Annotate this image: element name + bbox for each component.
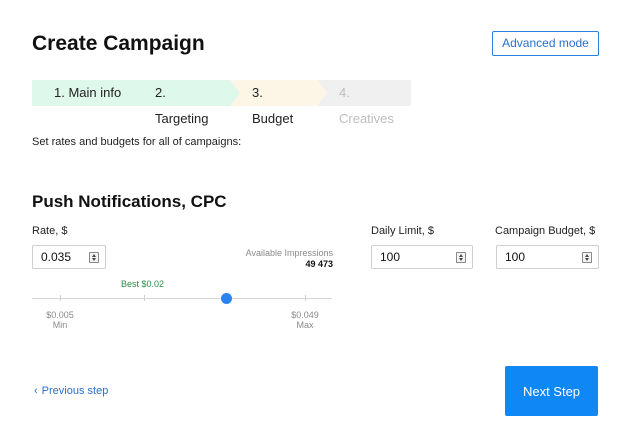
chevron-left-icon: ‹ [34, 385, 38, 397]
best-rate-label: Best $0.02 [121, 279, 165, 289]
page-subtitle: Set rates and budgets for all of campaig… [32, 136, 242, 148]
rate-slider-track[interactable] [32, 298, 332, 299]
rate-input[interactable]: 0.035 [32, 245, 106, 269]
slider-tick [305, 295, 306, 301]
advanced-mode-button[interactable]: Advanced mode [492, 31, 599, 56]
next-step-button[interactable]: Next Step [505, 366, 598, 416]
step-main-info[interactable]: 1. Main info [32, 80, 143, 106]
previous-step-link[interactable]: ‹ Previous step [34, 385, 108, 397]
rate-label: Rate, $ [32, 225, 68, 237]
previous-step-label: Previous step [41, 385, 109, 397]
step-targeting[interactable]: 2. Targeting [133, 80, 240, 126]
available-impressions-label: Available Impressions [245, 248, 333, 258]
slider-tick [144, 295, 145, 301]
slider-min-caption: Min [52, 320, 68, 330]
campaign-budget-value: 100 [505, 250, 526, 264]
step-creatives: 4. Creatives [317, 80, 411, 126]
campaign-budget-input[interactable]: 100 [496, 245, 599, 269]
campaign-budget-spinner-icon[interactable] [582, 252, 592, 263]
available-impressions-value: 49 473 [305, 259, 333, 269]
rate-slider-handle[interactable] [221, 293, 232, 304]
slider-max-caption: Max [296, 320, 314, 330]
daily-limit-spinner-icon[interactable] [456, 252, 466, 263]
section-title: Push Notifications, CPC [32, 192, 227, 211]
slider-max: $0.049 Max [285, 310, 325, 330]
rate-value: 0.035 [41, 250, 72, 264]
step-budget[interactable]: 3. Budget [230, 80, 327, 126]
page-title: Create Campaign [32, 32, 205, 55]
rate-spinner-icon[interactable] [89, 252, 99, 263]
slider-tick [60, 295, 61, 301]
slider-max-value: $0.049 [291, 310, 319, 320]
wizard-stepper: 1. Main info 2. Targeting 3. Budget 4. C… [32, 80, 411, 126]
daily-limit-label: Daily Limit, $ [371, 225, 434, 237]
daily-limit-value: 100 [380, 250, 401, 264]
slider-min: $0.005 Min [40, 310, 80, 330]
slider-min-value: $0.005 [46, 310, 74, 320]
daily-limit-input[interactable]: 100 [371, 245, 473, 269]
campaign-budget-label: Campaign Budget, $ [495, 225, 596, 237]
